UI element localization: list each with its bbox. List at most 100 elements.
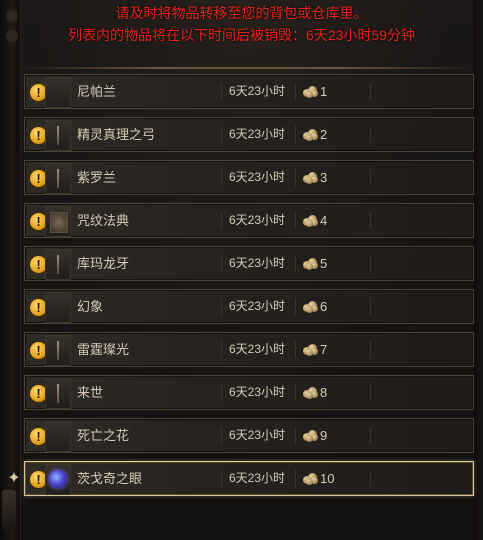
item-row[interactable]: ! 精灵真理之弓 6天23小时 2 [24,117,474,152]
item-name: 茨戈奇之眼 [77,471,143,486]
column-divider [370,298,371,315]
orb-icon [49,470,67,488]
dagger-icon [57,384,59,403]
remaining-time: 6天23小时 [229,256,286,270]
item-count: 1 [320,84,328,99]
staff-icon [57,169,59,188]
bow-icon [57,126,59,145]
expiring-items-panel: 请及时将物品转移至您的背包或仓库里。 列表内的物品将在以下时间后被销毁：6天23… [0,0,483,540]
column-divider [221,126,222,143]
remaining-time: 6天23小时 [229,342,286,356]
notice-line-1: 请及时将物品转移至您的背包或仓库里。 [115,5,368,21]
item-icon-slot[interactable] [45,378,71,409]
column-divider [295,470,296,487]
item-row[interactable]: ! 库玛龙牙 6天23小时 5 [24,246,474,281]
item-icon-slot[interactable] [45,421,71,452]
column-divider [295,126,296,143]
item-row[interactable]: ! 尼帕兰 6天23小时 1 [24,74,474,109]
item-icon-slot[interactable] [45,335,71,366]
item-name: 来世 [77,385,104,400]
column-divider [370,212,371,229]
stone-pile-icon [303,257,318,270]
item-name: 尼帕兰 [77,84,117,99]
notice-line-2: 列表内的物品将在以下时间后被销毁：6天23小时59分钟 [68,27,415,43]
item-name: 咒纹法典 [77,213,130,228]
item-row[interactable]: ! 来世 6天23小时 8 [24,375,474,410]
item-icon-slot[interactable] [45,163,71,194]
item-count: 8 [320,385,328,400]
item-row[interactable]: ! 紫罗兰 6天23小时 3 [24,160,474,195]
column-divider [295,341,296,358]
remaining-time: 6天23小时 [229,170,286,184]
item-icon-slot[interactable] [45,464,71,495]
item-count: 6 [320,299,328,314]
item-row[interactable]: ! 死亡之花 6天23小时 9 [24,418,474,453]
item-icon-slot[interactable] [45,77,71,108]
column-divider [295,427,296,444]
item-name: 库玛龙牙 [77,256,130,271]
column-divider [221,427,222,444]
column-divider [295,384,296,401]
item-name: 幻象 [77,299,104,314]
column-divider [221,169,222,186]
header-divider [20,67,475,69]
item-name: 紫罗兰 [77,170,117,185]
stone-pile-icon [303,300,318,313]
stone-pile-icon [303,429,318,442]
column-divider [370,470,371,487]
stone-pile-icon [303,343,318,356]
stone-pile-icon [303,171,318,184]
column-divider [370,255,371,272]
blade-icon [57,255,59,274]
item-count: 2 [320,127,328,142]
item-count: 4 [320,213,328,228]
left-frame-border [0,0,21,540]
remaining-time: 6天23小时 [229,428,286,442]
column-divider [221,212,222,229]
item-icon-slot[interactable] [45,249,71,280]
item-row[interactable]: ! 幻象 6天23小时 6 [24,289,474,324]
column-divider [221,298,222,315]
column-divider [370,126,371,143]
expiration-notice: 请及时将物品转移至您的背包或仓库里。 列表内的物品将在以下时间后被销毁：6天23… [0,2,483,46]
stone-pile-icon [303,214,318,227]
item-list: ! 尼帕兰 6天23小时 1! 精灵真理之弓 6天23小时 2! 紫罗兰 6天23小时 3! 咒纹法… [24,74,474,504]
frame-ornament [2,490,16,530]
column-divider [221,470,222,487]
item-name: 精灵真理之弓 [77,127,156,142]
column-divider [221,83,222,100]
column-divider [370,341,371,358]
column-divider [221,255,222,272]
item-row[interactable]: ! 咒纹法典 6天23小时 4 [24,203,474,238]
item-icon-slot[interactable] [45,120,71,151]
column-divider [370,169,371,186]
stone-pile-icon [303,85,318,98]
item-row[interactable]: ! 雷霆璨光 6天23小时 7 [24,332,474,367]
wand-icon [57,341,59,360]
column-divider [295,255,296,272]
right-frame-border [473,0,483,540]
remaining-time: 6天23小时 [229,385,286,399]
item-count: 3 [320,170,328,185]
item-count: 10 [320,471,335,486]
column-divider [370,384,371,401]
item-icon-slot[interactable] [45,292,71,323]
item-icon-slot[interactable] [45,206,71,237]
tome-icon [50,212,68,233]
item-count: 7 [320,342,328,357]
remaining-time: 6天23小时 [229,127,286,141]
column-divider [295,83,296,100]
stone-pile-icon [303,386,318,399]
column-divider [295,298,296,315]
remaining-time: 6天23小时 [229,471,286,485]
column-divider [370,427,371,444]
column-divider [221,384,222,401]
remaining-time: 6天23小时 [229,213,286,227]
item-count: 9 [320,428,328,443]
item-row[interactable]: ! 茨戈奇之眼 6天23小时 10 [24,461,474,496]
column-divider [295,212,296,229]
item-name: 死亡之花 [77,428,130,443]
column-divider [221,341,222,358]
stone-pile-icon [303,128,318,141]
stone-pile-icon [303,472,318,485]
